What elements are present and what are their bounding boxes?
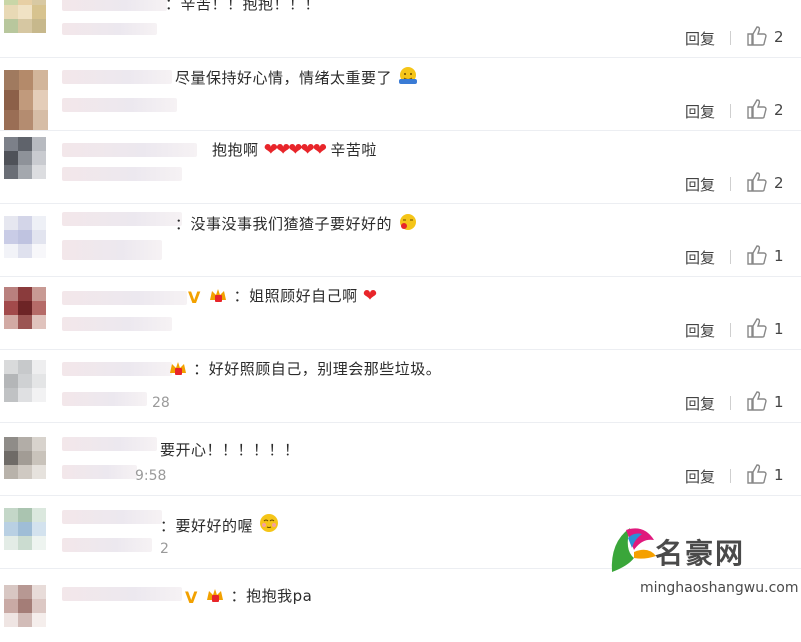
comment-item: 尽量保持好心情，情绪太重要了 回复 2	[0, 58, 801, 131]
comment-text: V ：姐照顾好自己啊 ❤	[188, 285, 378, 306]
divider	[730, 177, 731, 191]
avatar[interactable]	[4, 360, 46, 402]
username-blurred	[62, 362, 172, 376]
comment-text: ：辛苦！！抱抱！！！	[165, 0, 321, 13]
comment-text: ：好好照顾自己，别理会那些垃圾。	[168, 358, 441, 379]
comment-text: V ：抱抱我pa	[185, 585, 312, 606]
site-watermark: 名豪网 minghaoshangwu.com	[600, 520, 800, 610]
thumbs-up-icon[interactable]	[745, 390, 767, 412]
reply-button[interactable]: 回复	[685, 466, 715, 487]
thumbs-up-icon[interactable]	[745, 171, 767, 193]
verified-v-icon: V	[188, 288, 201, 307]
member-crown-icon	[210, 289, 227, 302]
comment-text: ：没事没事我们猹猹子要好好的	[175, 212, 419, 234]
reply-button[interactable]: 回复	[685, 320, 715, 341]
divider	[730, 104, 731, 118]
reply-button[interactable]: 回复	[685, 393, 715, 414]
comment-text: ：要好好的喔	[160, 512, 280, 536]
avatar[interactable]	[4, 216, 46, 258]
comment-item: 抱抱啊 ❤❤❤❤❤ 辛苦啦 回复 2	[0, 131, 801, 204]
time-blurred	[62, 465, 137, 479]
member-crown-icon	[207, 589, 224, 602]
comment-time: 9:58	[135, 468, 167, 484]
comment-text-body: 尽量保持好心情，情绪太重要了	[175, 69, 393, 87]
comment-text-body: 抱抱啊	[212, 141, 259, 159]
comment-text-body: ：要好好的喔	[160, 517, 254, 535]
like-count: 1	[774, 247, 784, 265]
time-blurred	[62, 392, 147, 406]
avatar[interactable]	[4, 287, 46, 329]
username-blurred	[62, 143, 197, 157]
hug-emoji-icon	[399, 67, 418, 84]
like-count: 1	[774, 320, 784, 338]
comment-item: V ：姐照顾好自己啊 ❤ 回复 1	[0, 277, 801, 350]
watermark-logo-icon	[611, 528, 656, 572]
avatar[interactable]	[4, 508, 46, 550]
blush-emoji-icon	[260, 514, 279, 532]
time-blurred	[62, 23, 157, 35]
comment-time: 2	[160, 541, 169, 557]
username-blurred	[62, 587, 182, 601]
like-count: 2	[774, 101, 784, 119]
divider	[730, 31, 731, 45]
reply-button[interactable]: 回复	[685, 247, 715, 268]
thumbs-up-icon[interactable]	[745, 244, 767, 266]
comment-item: ：没事没事我们猹猹子要好好的 回复 1	[0, 204, 801, 277]
username-blurred	[62, 212, 182, 226]
avatar[interactable]	[4, 437, 46, 479]
thumbs-up-icon[interactable]	[745, 25, 767, 47]
kiss-emoji-icon	[400, 214, 417, 230]
comment-text-body: ：好好照顾自己，别理会那些垃圾。	[193, 360, 442, 378]
divider	[730, 250, 731, 264]
comment-feed: ：辛苦！！抱抱！！！ 回复 2 尽量保持好心情，情绪太重要了 回复 2 抱抱啊 …	[0, 0, 801, 627]
username-blurred	[62, 0, 167, 11]
verified-v-icon: V	[185, 588, 198, 607]
watermark-title: 名豪网	[655, 537, 746, 570]
comment-text: 要开心！！！！！！	[160, 441, 300, 459]
thumbs-up-icon[interactable]	[745, 317, 767, 339]
like-count: 1	[774, 466, 784, 484]
like-count: 2	[774, 28, 784, 46]
time-blurred	[62, 317, 172, 331]
divider	[730, 469, 731, 483]
avatar[interactable]	[4, 70, 48, 130]
member-crown-icon	[170, 362, 186, 375]
reply-button[interactable]: 回复	[685, 28, 715, 49]
username-blurred	[62, 510, 162, 524]
like-count: 2	[774, 174, 784, 192]
time-blurred	[62, 538, 152, 552]
username-blurred	[62, 437, 157, 451]
heart-emoji-icon: ❤	[362, 286, 378, 306]
comment-text-tail: 辛苦啦	[330, 141, 377, 159]
comment-text-body: ：抱抱我pa	[230, 587, 313, 605]
divider	[730, 396, 731, 410]
avatar[interactable]	[4, 585, 46, 627]
comment-text: 抱抱啊 ❤❤❤❤❤ 辛苦啦	[212, 139, 377, 160]
comment-text: 尽量保持好心情，情绪太重要了	[175, 66, 419, 88]
reply-button[interactable]: 回复	[685, 101, 715, 122]
username-blurred	[62, 291, 187, 305]
comment-item: ：好好照顾自己，别理会那些垃圾。 28 回复 1	[0, 350, 801, 423]
comment-text-body: ：姐照顾好自己啊	[233, 287, 358, 305]
avatar[interactable]	[4, 137, 46, 179]
heart-emoji-icon: ❤❤❤❤❤	[263, 140, 327, 160]
avatar[interactable]	[4, 0, 46, 33]
time-blurred	[62, 240, 162, 260]
watermark-url: minghaoshangwu.com	[640, 580, 799, 596]
comment-time: 28	[152, 395, 170, 411]
reply-button[interactable]: 回复	[685, 174, 715, 195]
like-count: 1	[774, 393, 784, 411]
username-blurred	[62, 70, 172, 84]
thumbs-up-icon[interactable]	[745, 98, 767, 120]
comment-item: ：辛苦！！抱抱！！！ 回复 2	[0, 0, 801, 58]
thumbs-up-icon[interactable]	[745, 463, 767, 485]
time-blurred	[62, 167, 182, 181]
time-blurred	[62, 98, 177, 112]
comment-text-body: ：没事没事我们猹猹子要好好的	[175, 215, 393, 233]
divider	[730, 323, 731, 337]
comment-item: 要开心！！！！！！ 9:58 回复 1	[0, 423, 801, 496]
